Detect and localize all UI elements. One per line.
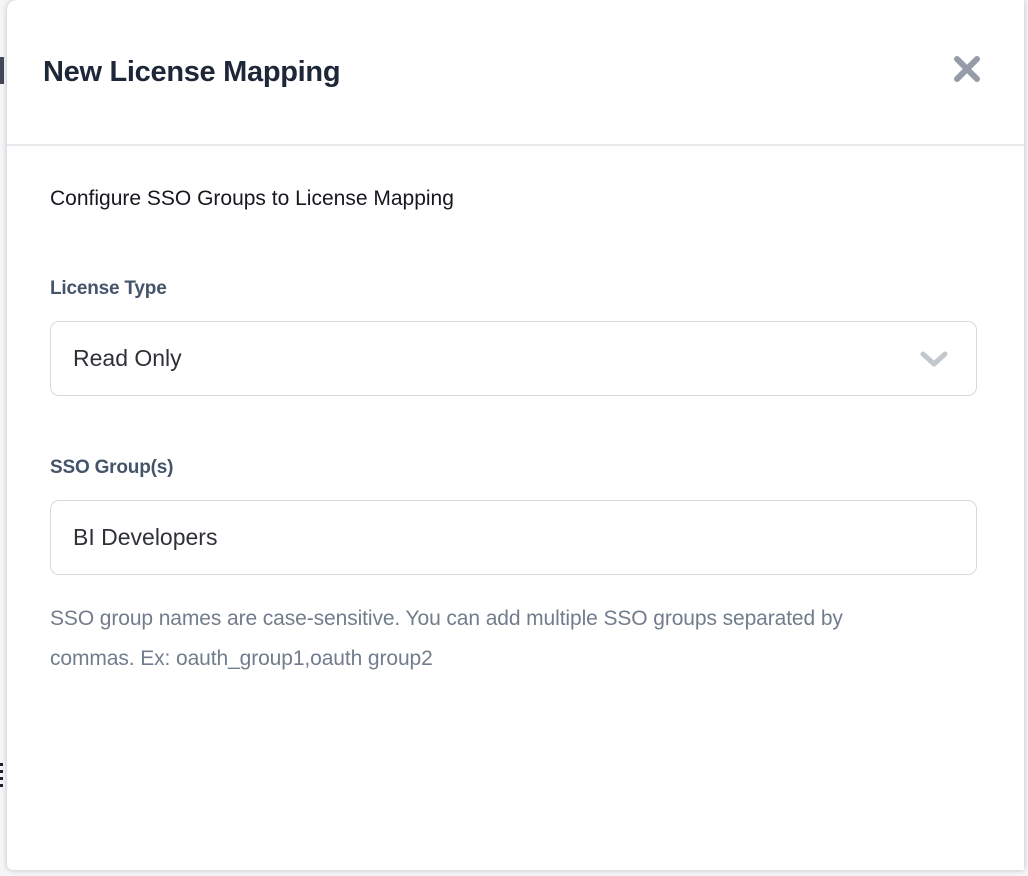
modal-header: New License Mapping [7, 0, 1024, 146]
sso-groups-label: SSO Group(s) [50, 457, 974, 479]
license-type-selected-value: Read Only [73, 345, 182, 372]
close-button[interactable] [950, 52, 984, 86]
sso-groups-help-text: SSO group names are case-sensitive. You … [50, 599, 880, 679]
close-icon [952, 54, 982, 84]
sso-groups-input[interactable] [50, 500, 977, 575]
license-type-label: License Type [50, 278, 974, 300]
modal-subtitle: Configure SSO Groups to License Mapping [50, 184, 974, 214]
list-icon [0, 763, 4, 789]
background-page-sliver [0, 57, 4, 84]
new-license-mapping-modal: New License Mapping Configure SSO Groups… [7, 0, 1024, 870]
chevron-down-icon [920, 351, 948, 367]
modal-body: Configure SSO Groups to License Mapping … [7, 146, 1024, 679]
modal-title: New License Mapping [43, 56, 340, 89]
license-type-select[interactable]: Read Only [50, 321, 977, 396]
